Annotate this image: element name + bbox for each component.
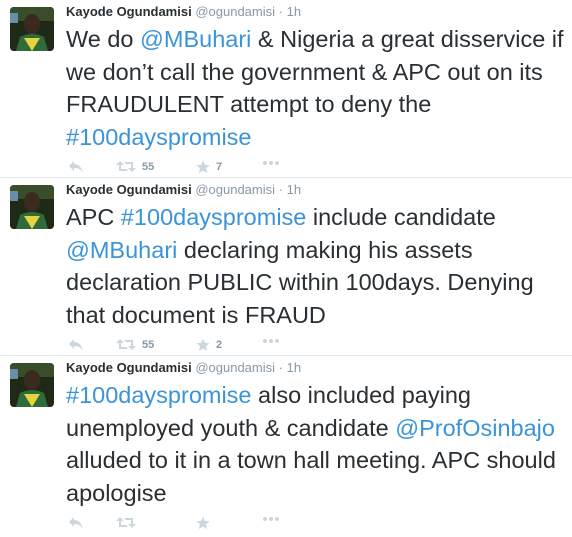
hashtag-link[interactable]: #100dayspromise (121, 204, 307, 230)
tweet: Kayode Ogundamisi @ogundamisi · 1h APC #… (0, 178, 572, 356)
tweet-header: Kayode Ogundamisi @ogundamisi · 1h (66, 4, 301, 19)
separator: · (278, 4, 283, 19)
reply-icon (69, 517, 83, 529)
tweet-header: Kayode Ogundamisi @ogundamisi · 1h (66, 360, 301, 375)
tweet-text: #100dayspromise also included paying une… (66, 379, 566, 509)
star-icon (196, 516, 210, 529)
favorite-count: 2 (216, 339, 223, 351)
tweet-text-segment: We do (66, 26, 141, 52)
tweet: Kayode Ogundamisi @ogundamisi · 1h #100d… (0, 356, 572, 534)
avatar-image (10, 7, 54, 51)
avatar[interactable] (10, 363, 54, 407)
reply-icon (69, 161, 83, 173)
more-button[interactable] (262, 516, 280, 522)
avatar-image (10, 185, 54, 229)
tweet-text: We do @MBuhari & Nigeria a great disserv… (66, 23, 566, 153)
reply-button[interactable] (68, 338, 84, 352)
more-button[interactable] (262, 338, 280, 344)
separator: · (278, 360, 283, 375)
tweet-feed: Kayode Ogundamisi @ogundamisi · 1h We do… (0, 0, 572, 534)
hashtag-link[interactable]: #100dayspromise (66, 124, 252, 150)
mention-link[interactable]: @MBuhari (66, 237, 177, 263)
favorite-count: 7 (216, 161, 223, 173)
tweet-text-segment: include candidate (306, 204, 496, 230)
favorite-button[interactable]: 7 (196, 160, 222, 174)
retweet-button[interactable] (116, 516, 142, 529)
separator: · (278, 182, 283, 197)
retweet-button[interactable]: 55 (116, 160, 154, 173)
author-handle[interactable]: @ogundamisi (195, 4, 275, 19)
tweet-text: APC #100dayspromise include candidate @M… (66, 201, 566, 331)
author-name[interactable]: Kayode Ogundamisi (66, 4, 192, 19)
author-handle[interactable]: @ogundamisi (195, 360, 275, 375)
star-icon (196, 160, 210, 173)
retweet-icon (116, 517, 136, 528)
tweet-text-segment: alluded to it in a town hall meeting. AP… (66, 447, 556, 506)
reply-button[interactable] (68, 160, 84, 174)
retweet-icon (116, 339, 136, 350)
retweet-count: 55 (142, 160, 155, 173)
tweet-header: Kayode Ogundamisi @ogundamisi · 1h (66, 182, 301, 197)
avatar[interactable] (10, 185, 54, 229)
tweet: Kayode Ogundamisi @ogundamisi · 1h We do… (0, 0, 572, 178)
retweet-count: 55 (142, 338, 155, 351)
more-icon (263, 339, 279, 343)
author-name[interactable]: Kayode Ogundamisi (66, 182, 192, 197)
mention-link[interactable]: @ProfOsinbajo (395, 415, 555, 441)
avatar[interactable] (10, 7, 54, 51)
retweet-icon (116, 161, 136, 172)
author-handle[interactable]: @ogundamisi (195, 182, 275, 197)
author-name[interactable]: Kayode Ogundamisi (66, 360, 192, 375)
more-icon (263, 161, 279, 165)
tweet-time[interactable]: 1h (287, 4, 301, 19)
favorite-button[interactable] (196, 516, 216, 530)
tweet-text-segment: APC (66, 204, 121, 230)
hashtag-link[interactable]: #100dayspromise (66, 382, 252, 408)
more-icon (263, 517, 279, 521)
retweet-button[interactable]: 55 (116, 338, 154, 351)
star-icon (196, 338, 210, 351)
tweet-time[interactable]: 1h (287, 182, 301, 197)
more-button[interactable] (262, 160, 280, 166)
reply-button[interactable] (68, 516, 84, 530)
reply-icon (69, 339, 83, 351)
favorite-button[interactable]: 2 (196, 338, 222, 352)
tweet-time[interactable]: 1h (287, 360, 301, 375)
mention-link[interactable]: @MBuhari (140, 26, 251, 52)
avatar-image (10, 363, 54, 407)
